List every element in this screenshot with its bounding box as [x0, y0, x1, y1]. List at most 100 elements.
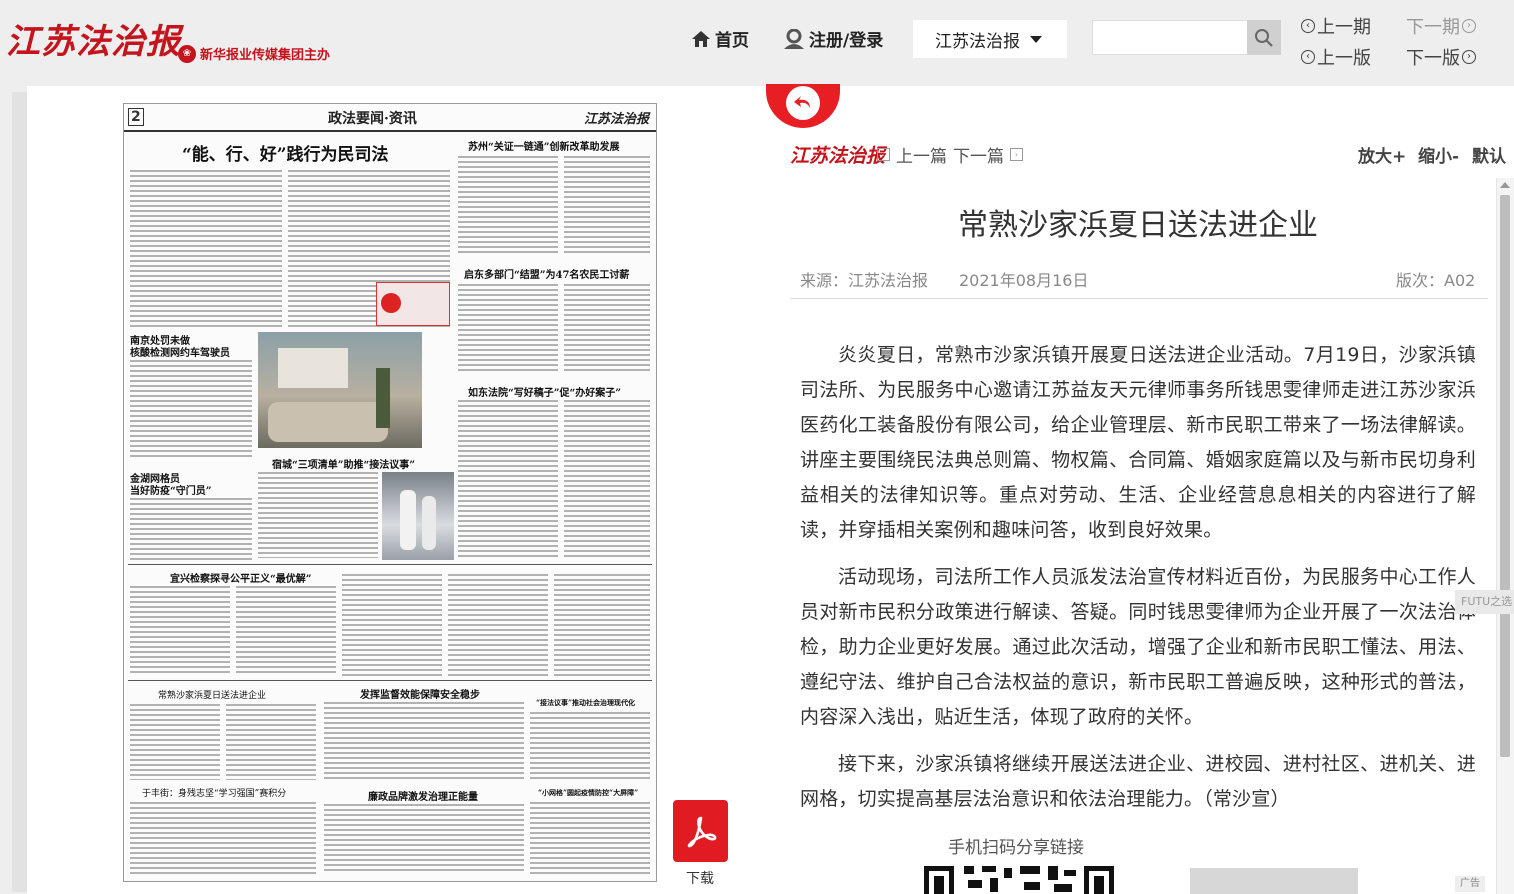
floating-ad-tab[interactable]: FUTU之选	[1455, 590, 1514, 614]
text-column	[236, 586, 336, 676]
page-shadow	[12, 92, 28, 892]
article-source: 来源：江苏法治报	[800, 271, 929, 290]
text-column	[448, 574, 548, 676]
text-column	[258, 472, 378, 558]
article-headline[interactable]: 启东多部门“结盟”为47名农民工讨薪	[464, 266, 629, 281]
page-number: 2	[128, 108, 144, 126]
prev-issue-link[interactable]: ‹ 上一期	[1301, 13, 1371, 39]
paper-select[interactable]: 江苏法治报	[913, 20, 1067, 58]
search-icon	[1255, 28, 1273, 47]
ad-badge[interactable]: 广告	[1455, 876, 1485, 892]
text-column	[564, 156, 650, 256]
nav-home-label: 首页	[715, 31, 749, 51]
text-column	[130, 170, 282, 328]
news-photo[interactable]	[382, 472, 454, 560]
article-title: 常熟沙家浜夏日送法进企业	[958, 208, 1318, 243]
prev-circle-icon: ‹	[1301, 19, 1315, 33]
next-issue-link[interactable]: 下一期 ›	[1406, 13, 1476, 39]
zoom-default-button[interactable]: 默认	[1472, 142, 1506, 167]
article-headline[interactable]: 宜兴检察探寻公平正义“最优解”	[170, 570, 312, 585]
text-column	[342, 574, 442, 676]
next-article-link[interactable]: 下一篇	[953, 142, 1004, 167]
article-headline[interactable]: “小网格”圆起疫情防控“大屏障”	[538, 788, 638, 798]
search-input[interactable]	[1092, 20, 1248, 55]
article-headline-selected[interactable]: 常熟沙家浜夏日送法进企业	[158, 688, 266, 701]
text-column	[130, 498, 252, 560]
ad-image	[376, 282, 450, 326]
prev-page-label: 上一版	[1317, 48, 1371, 69]
newspaper-page-image[interactable]: 2 政法要闻·资讯 江苏法治报 “能、行、好”践行为民司法 苏州“关证一链通”创…	[123, 103, 657, 882]
article-headline[interactable]: 核酸检测网约车驾驶员	[130, 344, 230, 359]
sponsor-line: ❀ 新华报业传媒集团主办	[178, 44, 330, 63]
prev-article-link[interactable]: 上一篇	[896, 142, 947, 167]
article-headline[interactable]: 发挥监督效能保障安全稳步	[360, 686, 480, 701]
text-column	[554, 574, 650, 676]
text-column	[130, 360, 252, 460]
article-logo: 江苏法治报	[790, 145, 886, 167]
next-page-link[interactable]: 下一版 ›	[1406, 44, 1476, 70]
caret-down-icon	[1030, 35, 1042, 43]
sponsor-text: 新华报业传媒集团主办	[200, 48, 331, 63]
pdf-icon	[687, 816, 716, 848]
text-column	[564, 400, 650, 560]
next-page-label: 下一版	[1406, 48, 1460, 69]
article-date: 2021年08月16日	[959, 271, 1089, 290]
text-column	[324, 804, 524, 874]
scroll-up-arrow-icon[interactable]	[1500, 182, 1510, 188]
back-arrow-icon	[794, 96, 810, 108]
article-headline[interactable]: 宿城“三项清单”助推“接法议事”	[272, 456, 415, 471]
text-column	[458, 156, 558, 256]
article-headline[interactable]: “能、行、好”践行为民司法	[182, 140, 389, 165]
site-logo[interactable]: 江苏法治报	[6, 14, 181, 63]
zoom-in-button[interactable]: 放大+	[1358, 142, 1406, 167]
nav-login[interactable]: 注册/登录	[783, 26, 883, 51]
prev-arrow-icon[interactable]: ‹	[877, 148, 890, 161]
zoom-out-button[interactable]: 缩小-	[1418, 142, 1459, 167]
meta-divider	[790, 298, 1488, 299]
article-headline[interactable]: 廉政品牌激发治理正能量	[368, 788, 478, 803]
next-arrow-icon[interactable]: ›	[1010, 148, 1023, 161]
prev-page-link[interactable]: ‹ 上一版	[1301, 44, 1371, 70]
xinhua-seal-icon: ❀	[178, 44, 196, 63]
news-photo[interactable]	[258, 332, 422, 448]
search-button[interactable]	[1247, 20, 1281, 55]
article-edition: 版次：A02	[1396, 271, 1476, 290]
text-column	[530, 712, 650, 782]
qr-code-image[interactable]	[924, 862, 1114, 894]
article-headline[interactable]: “接法议事”推动社会治理现代化	[536, 698, 635, 708]
text-column	[324, 702, 524, 782]
article-paragraph: 炎炎夏日，常熟市沙家浜镇开展夏日送法进企业活动。7月19日，沙家浜镇司法所、为民…	[800, 344, 1476, 541]
article-paragraph: 活动现场，司法所工作人员派发法治宣传材料近百份，为民服务中心工作人员对新市民积分…	[800, 566, 1476, 728]
text-column	[530, 802, 650, 874]
divider	[128, 680, 652, 681]
article-paragraph: 接下来，沙家浜镇将继续开展送法进企业、进校园、进村社区、进机关、进网格，切实提高…	[800, 753, 1476, 810]
nav-login-label: 注册/登录	[809, 31, 884, 51]
text-column	[226, 704, 316, 780]
section-title: 政法要闻·资讯	[328, 111, 417, 127]
qr-share-label: 手机扫码分享链接	[948, 838, 1084, 858]
paper-select-value: 江苏法治报	[935, 31, 1020, 52]
divider	[128, 564, 652, 565]
article-headline[interactable]: 当好防疫“守门员”	[130, 482, 212, 497]
next-circle-icon: ›	[1462, 50, 1476, 64]
text-column	[130, 704, 220, 780]
user-icon	[784, 28, 804, 49]
article-headline[interactable]: 如东法院“写好稿子”促“办好案子”	[468, 384, 621, 399]
text-column	[564, 284, 650, 374]
article-headline[interactable]: 于丰街：身残志坚“学习强国”赛积分	[142, 786, 286, 799]
nav-home[interactable]: 首页	[691, 26, 749, 51]
text-column	[458, 284, 558, 374]
text-column	[130, 802, 316, 874]
article-headline[interactable]: 苏州“关证一链通”创新改革助发展	[468, 138, 620, 153]
scrollbar-thumb[interactable]	[1500, 195, 1510, 757]
text-column	[458, 400, 558, 560]
article-body: 炎炎夏日，常熟市沙家浜镇开展夏日送法进企业活动。7月19日，沙家浜镇司法所、为民…	[800, 338, 1476, 829]
top-bar: 江苏法治报 ❀ 新华报业传媒集团主办 首页 注册/登录 江苏法治报 ‹ 上一期 …	[0, 0, 1514, 86]
prev-issue-label: 上一期	[1317, 17, 1371, 38]
pdf-download-button[interactable]	[673, 800, 728, 862]
home-icon	[692, 30, 710, 47]
next-circle-icon: ›	[1462, 19, 1476, 33]
article-pager: ‹ 上一篇 下一篇 ›	[877, 142, 1023, 167]
share-placeholder	[1190, 868, 1358, 894]
pdf-download-label[interactable]: 下载	[686, 868, 714, 888]
